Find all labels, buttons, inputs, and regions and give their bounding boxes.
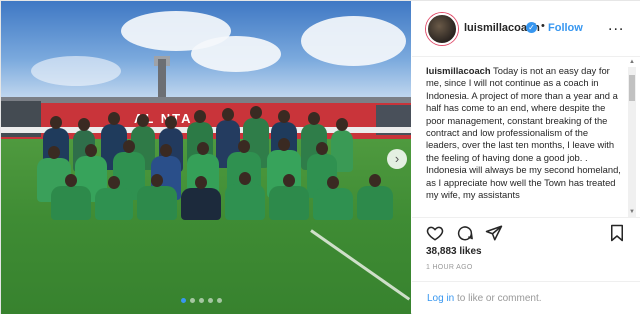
heart-icon[interactable] [426,224,444,242]
avatar[interactable] [426,13,458,45]
player-head [278,110,290,123]
carousel-dot [217,298,222,303]
player-head [239,172,251,185]
player-head [194,110,206,123]
player-head [78,118,90,131]
scrollbar-thumb[interactable] [629,75,635,101]
share-icon[interactable] [485,224,503,242]
floodlight-pole [158,59,166,101]
player-head [123,140,135,153]
carousel-dot [199,298,204,303]
player-head [65,174,77,187]
player [225,184,265,220]
post-side-panel: luismillacoach ✓ • Follow ... luismillac… [412,1,640,314]
cloud [191,36,281,72]
player-head [160,144,172,157]
player-head [369,174,381,187]
player-head [137,114,149,127]
post-frame: AL NTA › luismillacoach ✓ • Follow ... l… [0,0,640,314]
player [137,186,177,220]
player [357,186,393,220]
caption-text: Today is not an easy day for me, since I… [426,65,621,201]
carousel-dot [190,298,195,303]
verified-badge-icon: ✓ [526,22,537,33]
stadium-roof [1,97,411,103]
player-head [250,106,262,119]
separator-dot: • [541,20,545,32]
player [95,188,133,220]
player-head [283,174,295,187]
scroll-up-icon[interactable]: ▲ [629,59,635,65]
team-group [31,106,406,231]
caption-scrollbar[interactable] [628,67,636,217]
carousel-dots [181,298,241,304]
carousel-dot [208,298,213,303]
action-bar [412,217,640,247]
player-head [165,116,177,129]
player-head [316,142,328,155]
player [313,188,353,220]
player-head [238,140,250,153]
caption: luismillacoach Today is not an easy day … [426,65,624,217]
comment-icon[interactable] [456,224,474,242]
scroll-down-icon[interactable]: ▼ [629,209,635,215]
bookmark-icon[interactable] [608,224,626,242]
player [51,186,91,220]
player-head [222,108,234,121]
caption-username[interactable]: luismillacoach [426,65,491,76]
player [269,186,309,220]
comment-bar: Log in to like or comment. [412,281,640,314]
login-link[interactable]: Log in [427,293,454,304]
login-prompt: Log in to like or comment. [427,293,542,304]
player-head [327,176,339,189]
carousel-dot-active [181,298,186,303]
player-head [336,118,348,131]
player-head [278,138,290,151]
more-options-icon[interactable]: ... [608,17,624,35]
post-timestamp[interactable]: 1 HOUR AGO [426,264,473,271]
chevron-right-icon[interactable]: › [387,149,407,169]
cloud [31,56,121,86]
post-photo[interactable]: AL NTA › [1,1,411,314]
login-prompt-text: to like or comment. [454,293,542,304]
cloud [301,16,406,66]
player-head [48,146,60,159]
post-header: luismillacoach ✓ • Follow ... [412,1,640,57]
player-head [197,142,209,155]
player-head [108,112,120,125]
player-head [308,112,320,125]
follow-button[interactable]: Follow [548,22,583,34]
like-count[interactable]: 38,883 likes [426,246,482,257]
player-head [151,174,163,187]
player [181,188,221,220]
player-head [195,176,207,189]
player-head [50,116,62,129]
player-head [85,144,97,157]
player-head [108,176,120,189]
